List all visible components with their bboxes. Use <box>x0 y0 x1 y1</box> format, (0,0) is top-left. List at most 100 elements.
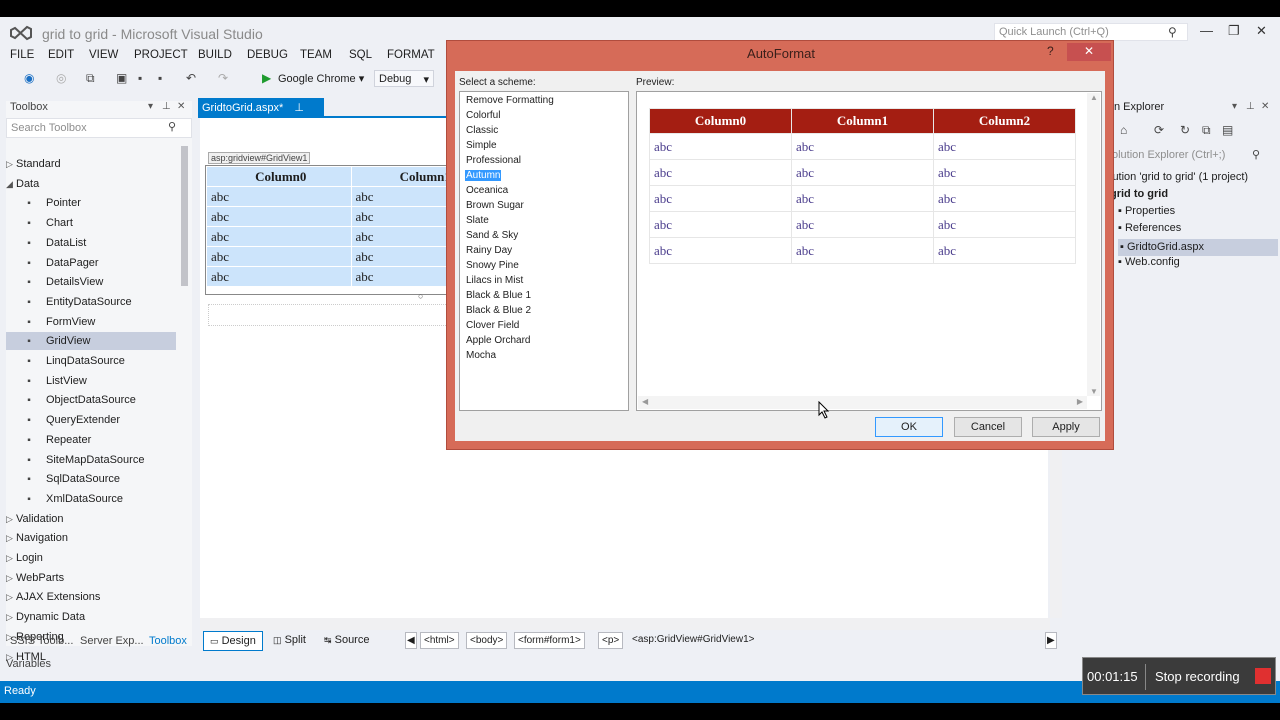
start-debugging-icon[interactable]: ▶ <box>262 71 271 85</box>
close-panel-icon[interactable]: ✕ <box>177 101 185 112</box>
scheme-option[interactable]: Lilacs in Mist <box>465 275 524 286</box>
menu-project[interactable]: PROJECT <box>134 49 188 61</box>
preview-vertical-scrollbar[interactable]: ▲ ▼ <box>1087 93 1100 396</box>
menu-view[interactable]: VIEW <box>89 49 118 61</box>
scroll-down-icon[interactable]: ▼ <box>1090 387 1098 396</box>
menu-format[interactable]: FORMAT <box>387 49 435 61</box>
toolbox-search-input[interactable]: Search Toolbox <box>6 118 192 138</box>
solution-explorer-search-input[interactable]: olution Explorer (Ctrl+;) <box>1112 149 1242 161</box>
toolbox-item[interactable]: ▪ ListView <box>6 372 176 390</box>
close-window-icon[interactable]: ✕ <box>1256 23 1267 39</box>
scheme-option[interactable]: Slate <box>465 215 490 226</box>
undo-icon[interactable]: ↶ <box>186 71 196 85</box>
toolbox-item[interactable]: ▷ WebParts <box>6 569 176 587</box>
empty-paragraph[interactable] <box>208 304 448 326</box>
scheme-option[interactable]: Colorful <box>465 110 501 121</box>
breadcrumb-html[interactable]: <html> <box>420 632 459 649</box>
split-view-button[interactable]: ◫ Split <box>267 631 312 651</box>
expand-icon[interactable]: ▷ <box>6 573 16 584</box>
menu-edit[interactable]: EDIT <box>48 49 74 61</box>
menu-sql[interactable]: SQL <box>349 49 372 61</box>
menu-debug[interactable]: DEBUG <box>247 49 288 61</box>
toolbox-item[interactable]: ◢ Data <box>6 175 176 193</box>
solution-tree-item[interactable]: ▪ Properties <box>1118 205 1175 217</box>
scheme-option[interactable]: Oceanica <box>465 185 509 196</box>
solution-tree-item[interactable]: ▪ Web.config <box>1118 256 1180 268</box>
minimize-icon[interactable]: — <box>1200 23 1213 38</box>
toolbox-item[interactable]: ▪ XmlDataSource <box>6 490 176 508</box>
solution-tree-item[interactable]: lution 'grid to grid' (1 project) <box>1110 171 1248 183</box>
toolbox-item[interactable]: ▷ Navigation <box>6 529 176 547</box>
toolbox-item[interactable]: ▷ Login <box>6 549 176 567</box>
open-file-icon[interactable]: ▣ <box>116 71 127 85</box>
menu-build[interactable]: BUILD <box>198 49 232 61</box>
toolbox-item[interactable]: ▪ GridView <box>6 332 176 351</box>
scheme-option[interactable]: Autumn <box>465 170 502 181</box>
resize-handle-icon[interactable]: ○ <box>418 291 423 301</box>
search-icon[interactable]: ⚲ <box>1168 25 1177 39</box>
scheme-option[interactable]: Mocha <box>465 350 497 361</box>
scheme-option[interactable]: Black & Blue 1 <box>465 290 532 301</box>
stop-square-icon[interactable] <box>1255 668 1271 684</box>
toolbox-item[interactable]: ▪ SqlDataSource <box>6 470 176 488</box>
apply-button[interactable]: Apply <box>1032 417 1100 437</box>
collapse-icon[interactable]: ◢ <box>6 179 16 190</box>
cancel-button[interactable]: Cancel <box>954 417 1022 437</box>
scheme-option[interactable]: Classic <box>465 125 499 136</box>
scheme-option[interactable]: Snowy Pine <box>465 260 520 271</box>
expand-icon[interactable]: ▷ <box>6 514 16 525</box>
breadcrumb-body[interactable]: <body> <box>466 632 508 649</box>
solution-tree-item[interactable]: ▪ References <box>1118 222 1181 234</box>
sync-icon[interactable]: ⟳ <box>1154 123 1164 137</box>
save-all-icon[interactable]: ▪ <box>158 71 162 85</box>
toolbox-item[interactable]: ▪ DetailsView <box>6 273 176 291</box>
collapse-all-icon[interactable]: ⧉ <box>1202 123 1211 138</box>
scheme-option[interactable]: Clover Field <box>465 320 520 331</box>
toolbox-item[interactable]: ▪ DataPager <box>6 254 176 272</box>
toolbox-item[interactable]: ▷ Dynamic Data <box>6 608 176 626</box>
back-icon[interactable]: ◉ <box>24 71 34 85</box>
pin-icon[interactable]: ⊥ <box>162 101 171 112</box>
forward-icon[interactable]: ◎ <box>56 71 66 85</box>
scheme-listbox[interactable]: Remove Formatting Colorful Classic Simple Pr… <box>459 91 629 411</box>
expand-icon[interactable]: ▷ <box>6 612 16 623</box>
toolbox-item[interactable]: ▪ QueryExtender <box>6 411 176 429</box>
designer-horizontal-scrollbar[interactable] <box>200 618 1050 630</box>
gridview-control[interactable]: Column0 Column1 abc abc abc abc abc abc abc abc a… <box>205 165 447 295</box>
menu-file[interactable]: FILE <box>10 49 34 61</box>
design-view-button[interactable]: ▭ Design <box>203 631 263 651</box>
scheme-option[interactable]: Rainy Day <box>465 245 513 256</box>
help-icon[interactable]: ? <box>1047 44 1054 58</box>
scroll-left-icon[interactable]: ◀ <box>642 397 648 406</box>
tab-server-explorer[interactable]: Server Exp... <box>80 635 144 647</box>
toolbox-item[interactable]: ▪ ObjectDataSource <box>6 391 176 409</box>
toolbox-item[interactable]: ▷ Validation <box>6 510 176 528</box>
preview-horizontal-scrollbar[interactable]: ◀ ▶ <box>638 396 1087 409</box>
quick-launch-input[interactable]: Quick Launch (Ctrl+Q) <box>994 23 1188 41</box>
variables-tab[interactable]: Variables <box>6 658 51 670</box>
expand-icon[interactable]: ▷ <box>6 592 16 603</box>
close-panel-icon[interactable]: ✕ <box>1261 101 1269 112</box>
configuration-dropdown[interactable]: Debug ▾ <box>374 70 434 87</box>
ok-button[interactable]: OK <box>875 417 943 437</box>
tab-toolbox[interactable]: Toolbox <box>149 635 187 647</box>
toolbox-item[interactable]: ▪ FormView <box>6 313 176 331</box>
toolbox-item[interactable]: ▪ Chart <box>6 214 176 232</box>
solution-tree-item[interactable]: ▪ GridtoGrid.aspx <box>1118 239 1278 256</box>
breadcrumb-form[interactable]: <form#form1> <box>514 632 585 649</box>
scheme-option[interactable]: Black & Blue 2 <box>465 305 532 316</box>
scheme-option[interactable]: Apple Orchard <box>465 335 531 346</box>
pin-icon[interactable]: ⊥ <box>1246 101 1255 112</box>
scheme-option[interactable]: Simple <box>465 140 498 151</box>
show-all-files-icon[interactable]: ▤ <box>1222 123 1233 137</box>
save-icon[interactable]: ▪ <box>138 71 142 85</box>
browser-dropdown[interactable]: Google Chrome ▾ <box>274 70 370 87</box>
restore-icon[interactable]: ❐ <box>1228 23 1240 39</box>
stop-recording-button[interactable]: Stop recording <box>1155 669 1240 684</box>
panel-menu-icon[interactable]: ▾ <box>148 101 153 112</box>
solution-tree-item[interactable]: grid to grid <box>1110 188 1168 200</box>
scroll-left-icon[interactable]: ◀ <box>405 632 417 649</box>
toolbox-item[interactable]: ▪ DataList <box>6 234 176 252</box>
expand-icon[interactable]: ▷ <box>6 553 16 564</box>
scroll-up-icon[interactable]: ▲ <box>1090 93 1098 102</box>
